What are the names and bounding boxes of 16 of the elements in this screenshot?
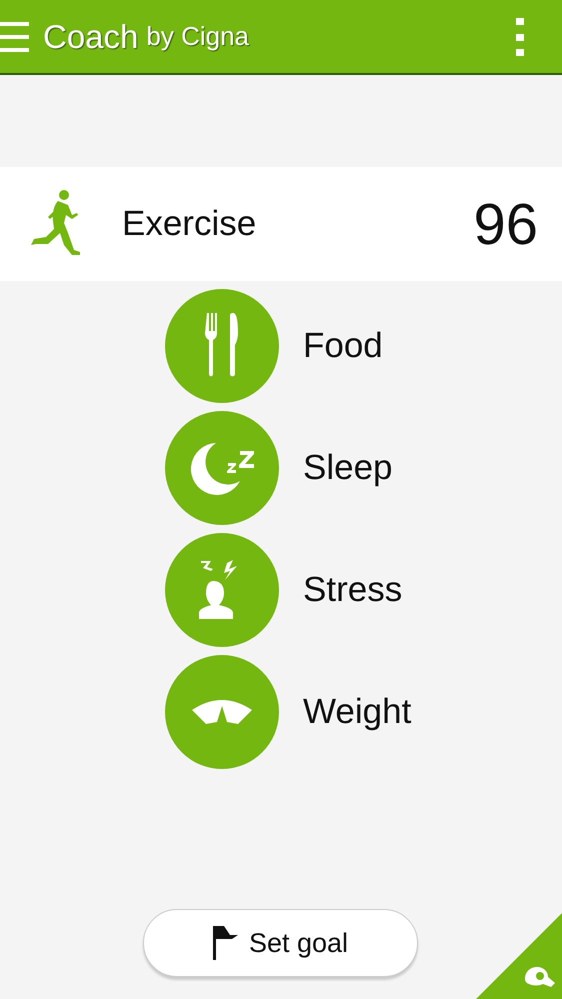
cap-icon[interactable] (523, 967, 555, 989)
category-label[interactable]: Weight (303, 692, 412, 732)
set-goal-button[interactable]: Set goal (143, 909, 418, 977)
app-title: Coach (43, 18, 138, 56)
overflow-menu-icon[interactable] (516, 18, 524, 56)
category-label[interactable]: Food (303, 326, 383, 366)
menu-icon[interactable] (0, 22, 29, 52)
selected-category-row[interactable]: Exercise 96 (0, 167, 562, 281)
category-label[interactable]: Sleep (303, 448, 393, 488)
app-subtitle: by Cigna (146, 21, 250, 52)
flag-icon (212, 926, 239, 960)
fork-and-knife-icon (205, 313, 239, 379)
moon-icon (188, 441, 256, 495)
score: 96 (473, 190, 538, 258)
category-label[interactable]: Stress (303, 570, 402, 610)
category-label: Exercise (122, 204, 256, 244)
